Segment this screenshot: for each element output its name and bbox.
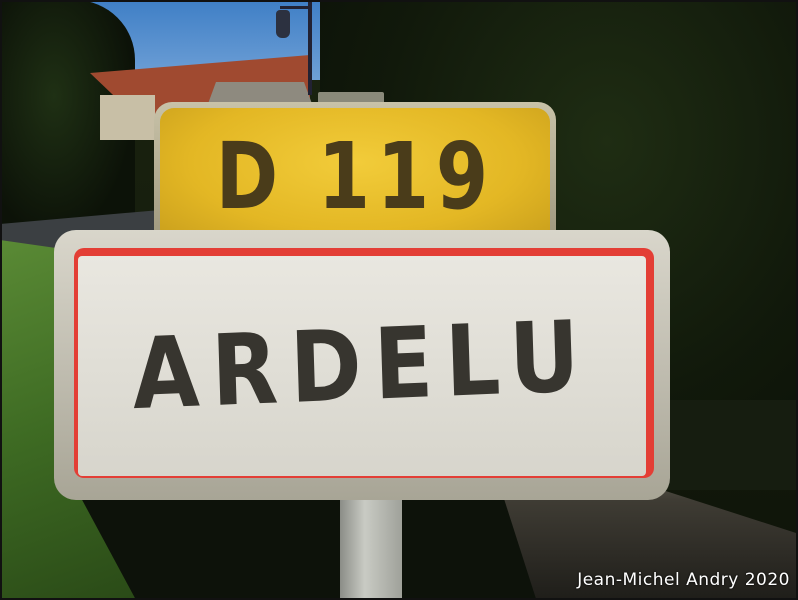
street-lamp-arm xyxy=(280,6,310,9)
route-sign: D 119 xyxy=(154,102,556,250)
route-sign-text: D 119 xyxy=(215,122,495,230)
town-sign-text: ARDELU xyxy=(130,299,594,433)
street-lamp-pole xyxy=(308,0,312,95)
photo-credit: Jean-Michel Andry 2020 xyxy=(577,570,790,590)
street-lamp xyxy=(276,10,290,38)
town-sign: ARDELU xyxy=(54,230,670,500)
town-sign-face: ARDELU xyxy=(78,256,646,476)
house-wall xyxy=(100,95,155,140)
photo-scene: D 119 ARDELU Jean-Michel Andry 2020 xyxy=(0,0,798,600)
route-sign-face: D 119 xyxy=(160,108,550,244)
